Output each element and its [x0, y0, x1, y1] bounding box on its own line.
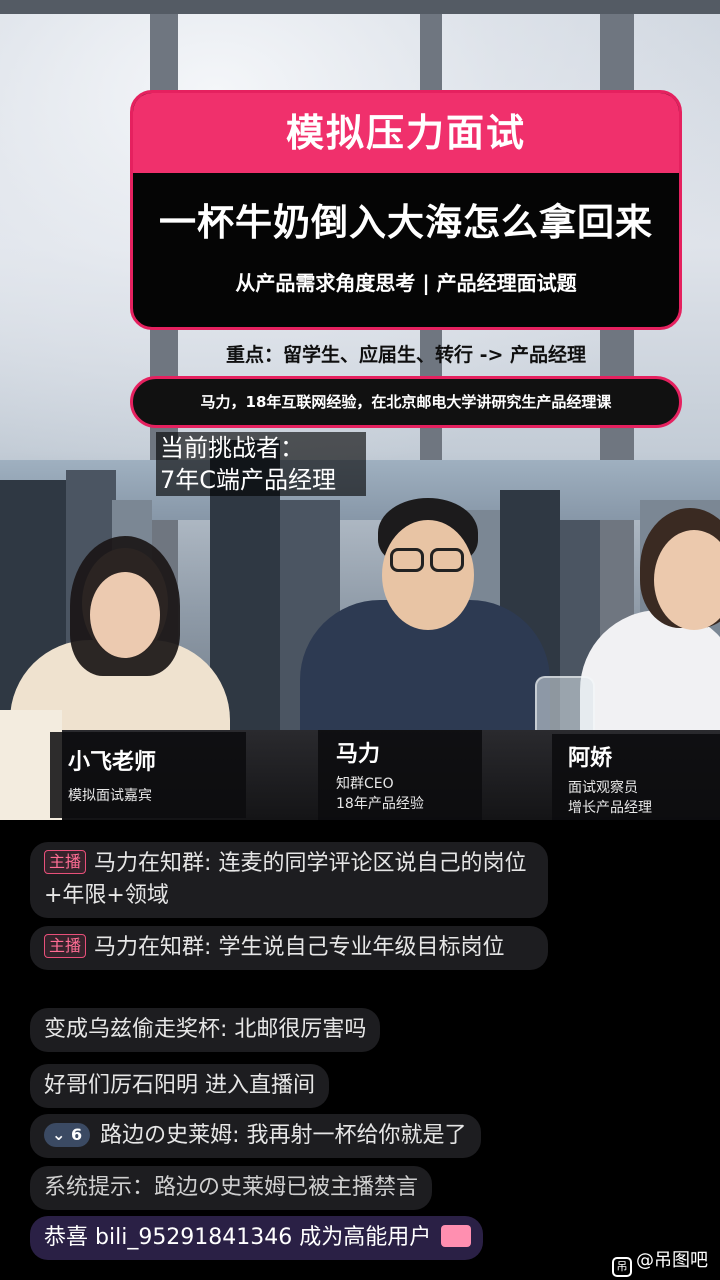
title-card: 模拟压力面试 一杯牛奶倒入大海怎么拿回来 从产品需求角度思考 | 产品经理面试题: [130, 90, 682, 330]
glasses-icon: [430, 548, 464, 572]
person-name: 阿娇: [568, 746, 613, 771]
nametag-left: 小飞老师 模拟面试嘉宾: [50, 732, 246, 818]
host-badge: 主播: [44, 850, 87, 874]
chat-text: 北邮很厉害吗: [234, 1017, 367, 1042]
host-badge: 主播: [44, 934, 87, 958]
watermark-icon: 吊: [612, 1257, 632, 1277]
chat-user: bili_95291841346: [95, 1225, 293, 1250]
system-message: 系统提示：路边の史莱姆已被主播禁言: [30, 1166, 433, 1210]
chat-text: 系统提示：路边の史莱姆已被主播禁言: [44, 1175, 419, 1200]
glasses-icon: [390, 548, 424, 572]
window-top-frame: [0, 0, 720, 14]
challenger-box: 当前挑战者： 7年C端产品经理: [156, 432, 366, 496]
focus-text: 重点：留学生、应届生、转行 -> 产品经理: [225, 344, 587, 366]
promo-message[interactable]: 恭喜 bili_95291841346 成为高能用户: [30, 1216, 484, 1260]
person-role: 模拟面试嘉宾: [68, 788, 152, 804]
host-intro: 马力，18年互联网经验，在北京邮电大学讲研究生产品经理课: [130, 376, 682, 428]
chat-message[interactable]: ⌄ 6 路边の史莱姆: 我再射一杯给你就是了: [30, 1114, 481, 1158]
chat-text: 成为高能用户: [299, 1225, 432, 1250]
chat-message[interactable]: 变成乌兹偷走奖杯: 北邮很厉害吗: [30, 1008, 381, 1052]
person-name: 小飞老师: [68, 750, 157, 775]
person-role: 增长产品经理: [568, 800, 652, 816]
chat-separator: :: [232, 1123, 247, 1148]
interview-question: 一杯牛奶倒入大海怎么拿回来: [159, 201, 653, 244]
chat-text: 我再射一杯给你就是了: [246, 1123, 467, 1148]
person-role: 面试观察员: [568, 780, 638, 796]
challenger-label: 当前挑战者：: [160, 434, 304, 462]
chat-separator: [198, 1073, 205, 1098]
interview-subtitle: 从产品需求角度思考 | 产品经理面试题: [235, 271, 577, 295]
host-head: [382, 520, 474, 630]
chat-user: 路边の史莱姆: [100, 1123, 233, 1148]
chat-message[interactable]: 主播 马力在知群: 学生说自己专业年级目标岗位: [30, 926, 548, 970]
interview-category: 模拟压力面试: [133, 93, 679, 173]
chat-separator: :: [204, 851, 219, 876]
watermark-text: @吊图吧: [636, 1250, 708, 1271]
level-badge: ⌄ 6: [44, 1123, 91, 1147]
chat-user: 马力在知群: [94, 851, 205, 876]
nametag-right: 阿娇 面试观察员 增长产品经理: [552, 734, 720, 820]
chat-user: 好哥们厉石阳明: [44, 1073, 199, 1098]
promo-prefix: 恭喜: [44, 1225, 89, 1250]
guest-left-face: [90, 572, 160, 658]
person-name: 马力: [336, 742, 381, 767]
chat-user: 马力在知群: [94, 935, 205, 960]
nametag-center: 马力 知群CEO 18年产品经验: [318, 730, 482, 820]
chat-message[interactable]: 主播 马力在知群: 连麦的同学评论区说自己的岗位+年限+领域: [30, 842, 548, 918]
person-role: 18年产品经验: [336, 796, 424, 812]
chat-user: 变成乌兹偷走奖杯: [44, 1017, 221, 1042]
chat-text: 进入直播间: [205, 1073, 316, 1098]
chevron-down-icon: ⌄: [52, 1125, 66, 1144]
chat-message[interactable]: 好哥们厉石阳明 进入直播间: [30, 1064, 330, 1108]
chat-separator: :: [204, 935, 219, 960]
challenger-role: 7年C端产品经理: [160, 466, 337, 494]
live-video[interactable]: 模拟压力面试 一杯牛奶倒入大海怎么拿回来 从产品需求角度思考 | 产品经理面试题…: [0, 0, 720, 820]
high-energy-icon: [441, 1225, 472, 1247]
watermark: 吊 @吊图吧: [612, 1250, 708, 1277]
level-number: 6: [70, 1125, 83, 1144]
chat-text: 学生说自己专业年级目标岗位: [218, 935, 505, 960]
chat-separator: :: [220, 1017, 235, 1042]
person-role: 知群CEO: [336, 776, 394, 792]
chat-panel[interactable]: 主播 马力在知群: 连麦的同学评论区说自己的岗位+年限+领域 主播 马力在知群: 学…: [0, 820, 720, 1280]
